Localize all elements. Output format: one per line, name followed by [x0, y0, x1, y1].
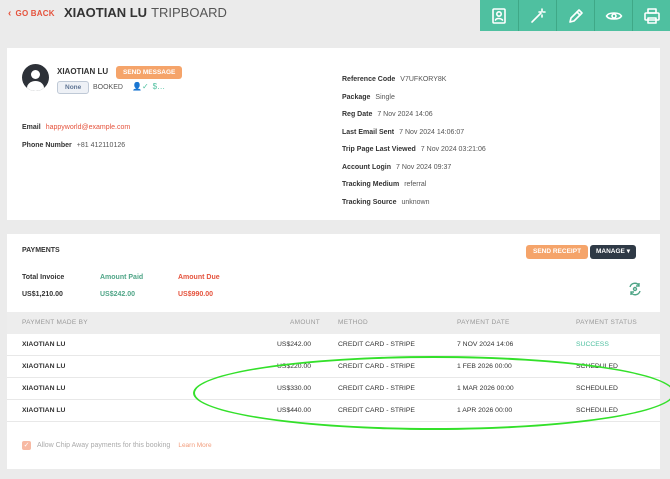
row-amount: US$330.00 — [277, 385, 312, 392]
go-back-link[interactable]: ‹ GO BACK — [8, 8, 55, 19]
print-button[interactable] — [632, 0, 670, 31]
row-amount: US$440.00 — [277, 407, 312, 414]
phone-row: Phone Number +81 412110126 — [22, 134, 125, 152]
col-method: METHOD — [338, 319, 368, 326]
learn-more-link[interactable]: Learn More — [178, 442, 211, 449]
email-row: Email happyworld@example.com — [22, 116, 130, 134]
meta-last-email: Last Email Sent 7 Nov 2024 14:06:07 — [342, 128, 465, 136]
user-check-icon[interactable]: 👤✓ — [132, 82, 149, 91]
customer-card: XIAOTIAN LU SEND MESSAGE None BOOKED 👤✓ … — [7, 48, 660, 220]
row-amount: US$242.00 — [277, 341, 312, 348]
preview-button[interactable] — [594, 0, 632, 31]
meta-account-login: Account Login 7 Nov 2024 09:37 — [342, 163, 452, 171]
payments-title: PAYMENTS — [22, 247, 60, 254]
chip-away-option: ✓ Allow Chip Away payments for this book… — [22, 441, 212, 450]
row-date: 7 NOV 2024 14:06 — [457, 341, 514, 348]
customer-name: XIAOTIAN LU — [57, 67, 109, 76]
amount-due-label: Amount Due — [178, 274, 220, 281]
row-date: 1 FEB 2026 00:00 — [457, 363, 512, 370]
row-status: SUCCESS — [576, 341, 609, 348]
total-invoice-label: Total Invoice — [22, 274, 65, 281]
amount-due-value: US$990.00 — [178, 291, 214, 298]
pencil-icon — [568, 8, 583, 23]
send-message-button[interactable]: SEND MESSAGE — [116, 66, 183, 79]
row-payer: XIAOTIAN LU — [22, 385, 66, 392]
chip-away-label: Allow Chip Away payments for this bookin… — [37, 442, 171, 449]
row-payer: XIAOTIAN LU — [22, 407, 66, 414]
table-row[interactable]: XIAOTIAN LU US$220.00 CREDIT CARD - STRI… — [7, 356, 660, 378]
row-payer: XIAOTIAN LU — [22, 341, 66, 348]
meta-reg-date: Reg Date 7 Nov 2024 14:06 — [342, 111, 433, 118]
go-back-label: GO BACK — [15, 9, 55, 18]
meta-trip-page-viewed: Trip Page Last Viewed 7 Nov 2024 03:21:06 — [342, 146, 486, 153]
chip-away-checkbox[interactable]: ✓ — [22, 441, 31, 450]
row-date: 1 MAR 2026 00:00 — [457, 385, 514, 392]
action-toolbar — [480, 0, 670, 31]
eye-icon — [605, 11, 622, 20]
row-status: SCHEDULED — [576, 363, 618, 370]
edit-button[interactable] — [556, 0, 594, 31]
print-icon — [643, 7, 660, 24]
profile-button[interactable] — [480, 0, 518, 31]
send-receipt-button[interactable]: SEND RECEIPT — [526, 245, 589, 259]
email-link[interactable]: happyworld@example.com — [46, 124, 131, 131]
money-dots-icon[interactable]: $… — [153, 82, 165, 91]
payments-table-header: PAYMENT MADE BY AMOUNT METHOD PAYMENT DA… — [7, 312, 660, 334]
refresh-payment-icon[interactable] — [627, 281, 643, 297]
amount-paid-label: Amount Paid — [100, 274, 144, 281]
meta-tracking-medium: Tracking Medium referral — [342, 181, 427, 188]
row-method: CREDIT CARD - STRIPE — [338, 407, 415, 414]
row-method: CREDIT CARD - STRIPE — [338, 341, 415, 348]
magic-wand-icon — [530, 7, 546, 23]
col-payment-date: PAYMENT DATE — [457, 319, 510, 326]
total-invoice: Total Invoice US$1,210.00 — [22, 274, 64, 298]
table-row[interactable]: XIAOTIAN LU US$440.00 CREDIT CARD - STRI… — [7, 400, 660, 422]
page-title-name: XIAOTIAN LU — [64, 5, 148, 20]
row-method: CREDIT CARD - STRIPE — [338, 385, 415, 392]
manage-dropdown[interactable]: MANAGE ▾ — [590, 245, 636, 259]
amount-paid: Amount Paid US$242.00 — [100, 274, 143, 298]
page-title: XIAOTIAN LU TRIPBOARD — [64, 5, 227, 20]
table-row[interactable]: XIAOTIAN LU US$242.00 CREDIT CARD - STRI… — [7, 334, 660, 356]
total-invoice-value: US$1,210.00 — [22, 291, 63, 298]
email-label: Email — [22, 124, 41, 131]
avatar — [22, 64, 49, 91]
row-amount: US$220.00 — [277, 363, 312, 370]
page-title-sub: TRIPBOARD — [151, 5, 227, 20]
col-payment-made-by: PAYMENT MADE BY — [22, 319, 88, 326]
meta-reference-code: Reference Code V7UFKORY8K — [342, 76, 447, 83]
table-row[interactable]: XIAOTIAN LU US$330.00 CREDIT CARD - STRI… — [7, 378, 660, 400]
row-status: SCHEDULED — [576, 385, 618, 392]
meta-package: Package Single — [342, 93, 395, 101]
row-payer: XIAOTIAN LU — [22, 363, 66, 370]
amount-due: Amount Due US$990.00 — [178, 274, 220, 298]
booking-meta: Reference Code V7UFKORY8K Package Single R… — [342, 68, 486, 208]
top-bar: ‹ GO BACK XIAOTIAN LU TRIPBOARD — [0, 0, 670, 31]
status-badge[interactable]: None — [57, 81, 90, 94]
profile-icon — [492, 7, 506, 24]
payments-card: PAYMENTS SEND RECEIPT MANAGE ▾ Total Inv… — [7, 234, 660, 469]
status-icons: 👤✓ $… — [132, 82, 165, 91]
booking-status: BOOKED — [93, 84, 123, 91]
magic-wand-button[interactable] — [518, 0, 556, 31]
row-method: CREDIT CARD - STRIPE — [338, 363, 415, 370]
phone-value: +81 412110126 — [76, 142, 126, 149]
phone-label: Phone Number — [22, 142, 72, 149]
col-amount: AMOUNT — [290, 319, 320, 326]
chevron-left-icon: ‹ — [8, 8, 12, 19]
meta-tracking-source: Tracking Source unknown — [342, 198, 430, 206]
amount-paid-value: US$242.00 — [100, 291, 136, 298]
row-status: SCHEDULED — [576, 407, 618, 414]
col-payment-status: PAYMENT STATUS — [576, 319, 638, 326]
row-date: 1 APR 2026 00:00 — [457, 407, 513, 414]
